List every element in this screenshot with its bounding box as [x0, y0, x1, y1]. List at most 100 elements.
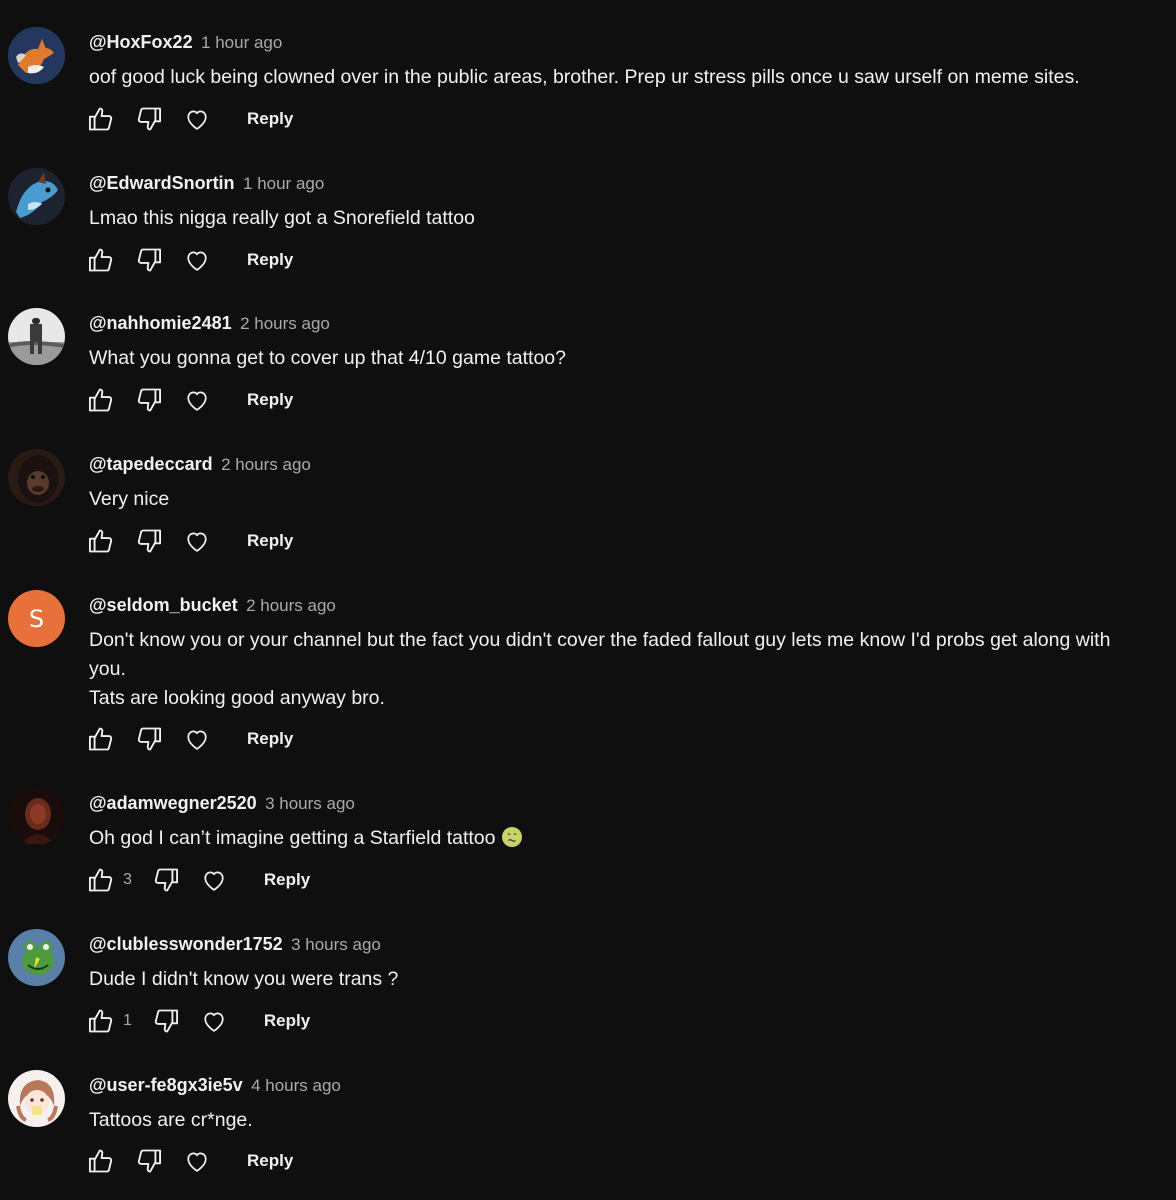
comment-author[interactable]: @nahhomie2481	[89, 313, 232, 333]
comment-text: Oh god I can’t imagine getting a Starfie…	[89, 824, 1159, 853]
thumbs-up-icon	[88, 248, 113, 272]
dislike-button[interactable]	[133, 723, 165, 755]
reply-button[interactable]: Reply	[264, 1011, 310, 1031]
thumbs-up-icon	[88, 727, 113, 751]
heart-button[interactable]	[198, 864, 230, 896]
avatar[interactable]: S	[8, 590, 65, 647]
heart-icon	[187, 730, 207, 750]
thumbs-down-icon	[137, 529, 162, 553]
dark-red-avatar-icon	[8, 788, 65, 845]
comment-author[interactable]: @tapedeccard	[89, 454, 213, 474]
heart-button[interactable]	[181, 525, 213, 557]
comment-text-line: Lmao this nigga really got a Snorefield …	[89, 207, 475, 229]
comment-toolbar: Reply	[85, 103, 293, 135]
comment-toolbar: Reply	[85, 525, 293, 557]
thumbs-down-icon	[137, 248, 162, 272]
like-button[interactable]	[85, 103, 117, 135]
thumbs-up-icon	[88, 868, 113, 892]
reply-button[interactable]: Reply	[247, 531, 293, 551]
comment-toolbar: Reply	[85, 723, 293, 755]
reply-button[interactable]: Reply	[247, 729, 293, 749]
thumbs-up-icon	[88, 529, 113, 553]
like-button[interactable]	[85, 864, 117, 896]
comment-text: What you gonna get to cover up that 4/10…	[89, 344, 1159, 373]
heart-icon	[187, 1152, 207, 1172]
dislike-button[interactable]	[150, 1005, 182, 1037]
comment-text-line: Oh god I can’t imagine getting a Starfie…	[89, 824, 1159, 853]
avatar-letter: S	[28, 604, 45, 633]
reply-button[interactable]: Reply	[247, 109, 293, 129]
dislike-button[interactable]	[133, 103, 165, 135]
thumbs-down-icon	[154, 868, 178, 892]
reply-button[interactable]: Reply	[247, 1151, 293, 1171]
anime-girl-avatar-icon	[8, 1070, 65, 1127]
avatar[interactable]	[8, 449, 65, 506]
reply-button[interactable]: Reply	[247, 390, 293, 410]
comment-author[interactable]: @adamwegner2520	[89, 793, 257, 813]
dislike-button[interactable]	[133, 1145, 165, 1177]
heart-icon	[187, 251, 207, 271]
heart-button[interactable]	[198, 1005, 230, 1037]
comment-text-line: Don't know you or your channel but the f…	[89, 629, 1111, 651]
gorilla-avatar-icon	[8, 449, 65, 506]
comment-text: Very nice	[89, 485, 1159, 514]
heart-button[interactable]	[181, 103, 213, 135]
comment-timestamp[interactable]: 2 hours ago	[246, 596, 336, 615]
comment-text: Don't know you or your channel but the f…	[89, 626, 1159, 713]
heart-button[interactable]	[181, 384, 213, 416]
comment-timestamp[interactable]: 4 hours ago	[251, 1076, 341, 1095]
avatar[interactable]	[8, 308, 65, 365]
comment-author[interactable]: @seldom_bucket	[89, 595, 238, 615]
dislike-button[interactable]	[133, 525, 165, 557]
heart-button[interactable]	[181, 244, 213, 276]
avatar[interactable]	[8, 168, 65, 225]
comment-toolbar: Reply	[85, 244, 293, 276]
comment-timestamp[interactable]: 1 hour ago	[243, 174, 324, 193]
comment-timestamp[interactable]: 3 hours ago	[291, 935, 381, 954]
reply-button[interactable]: Reply	[247, 250, 293, 270]
like-button[interactable]	[85, 384, 117, 416]
avatar[interactable]	[8, 1070, 65, 1127]
comment-author[interactable]: @user-fe8gx3ie5v	[89, 1075, 243, 1095]
thumbs-down-icon	[137, 727, 162, 751]
like-button[interactable]	[85, 1005, 117, 1037]
dislike-button[interactable]	[133, 244, 165, 276]
thumbs-down-icon	[137, 107, 162, 131]
comment-author[interactable]: @HoxFox22	[89, 32, 193, 52]
comment-text: Dude I didn't know you were trans ?	[89, 965, 1159, 994]
avatar[interactable]	[8, 27, 65, 84]
thumbs-up-icon	[88, 1009, 113, 1033]
heart-button[interactable]	[181, 1145, 213, 1177]
comment-author[interactable]: @clublesswonder1752	[89, 934, 283, 954]
like-button[interactable]	[85, 723, 117, 755]
comment-author[interactable]: @EdwardSnortin	[89, 173, 235, 193]
comment-text-line: What you gonna get to cover up that 4/10…	[89, 347, 566, 369]
like-button[interactable]	[85, 525, 117, 557]
thumbs-down-icon	[137, 388, 162, 412]
like-button[interactable]	[85, 1145, 117, 1177]
blue-creature-avatar-icon	[8, 168, 65, 225]
thumbs-up-icon	[88, 1149, 113, 1173]
thumbs-up-icon	[88, 388, 113, 412]
avatar[interactable]	[8, 788, 65, 845]
comment-toolbar: Reply	[85, 1145, 293, 1177]
dislike-button[interactable]	[150, 864, 182, 896]
comment-timestamp[interactable]: 2 hours ago	[221, 455, 311, 474]
comment-text-line: Tattoos are cr*nge.	[89, 1109, 253, 1131]
comment-timestamp[interactable]: 1 hour ago	[201, 33, 282, 52]
comment-text: Lmao this nigga really got a Snorefield …	[89, 204, 1159, 233]
reply-button[interactable]: Reply	[264, 870, 310, 890]
like-count: 3	[123, 871, 132, 888]
avatar[interactable]	[8, 929, 65, 986]
like-button[interactable]	[85, 244, 117, 276]
heart-icon	[187, 532, 207, 552]
thumbs-down-icon	[137, 1149, 162, 1173]
bw-photo-avatar-icon	[8, 308, 65, 365]
comment-text-line: you.	[89, 658, 126, 680]
comment-timestamp[interactable]: 2 hours ago	[240, 314, 330, 333]
comment-text-line: oof good luck being clowned over in the …	[89, 66, 1080, 88]
comment-timestamp[interactable]: 3 hours ago	[265, 794, 355, 813]
heart-button[interactable]	[181, 723, 213, 755]
dislike-button[interactable]	[133, 384, 165, 416]
heart-icon	[204, 871, 224, 891]
